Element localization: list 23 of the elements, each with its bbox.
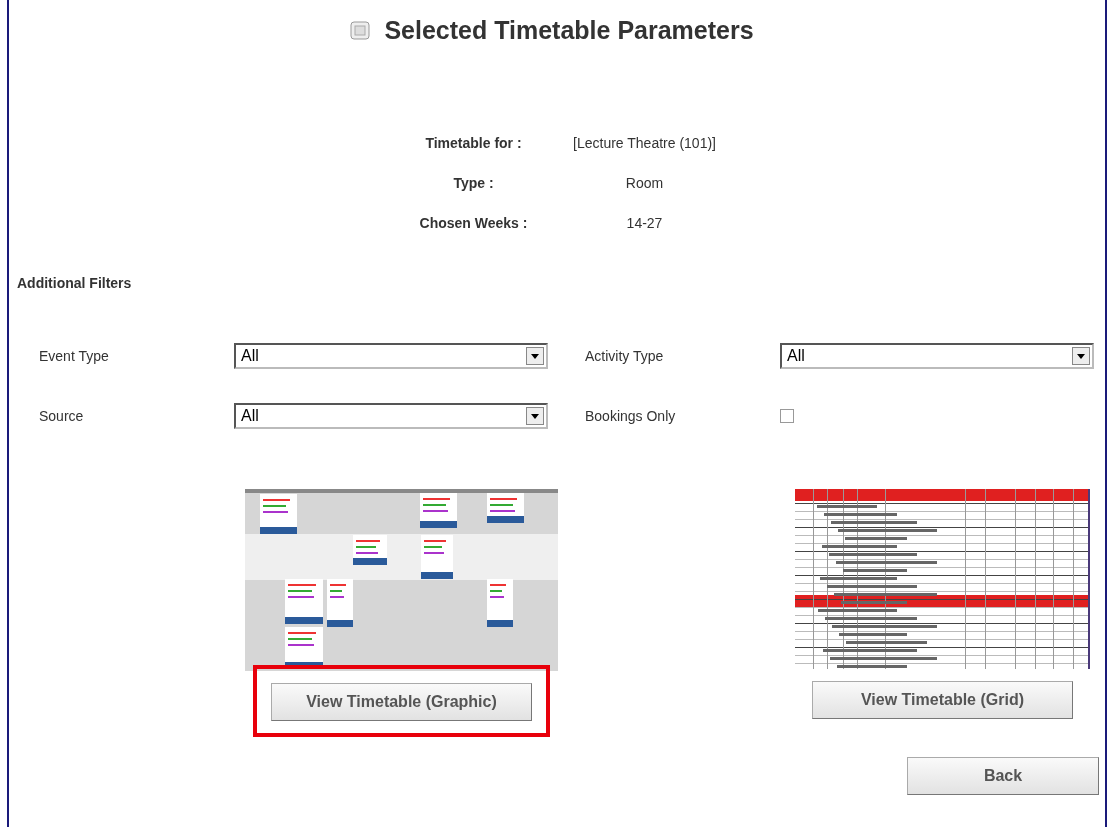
parameter-label: Type : — [452, 175, 495, 191]
filter-label: Event Type — [39, 348, 110, 364]
parameter-label: Timetable for : — [424, 135, 523, 151]
view-timetable-button[interactable]: View Timetable (Grid) — [812, 681, 1073, 719]
checkbox[interactable] — [780, 409, 794, 423]
filter-label: Source — [39, 408, 85, 424]
dropdown-arrow-icon — [531, 353, 539, 359]
filter-dropdown[interactable]: All — [780, 343, 1094, 369]
parameter-value: 14-27 — [625, 215, 664, 231]
view-timetable-button[interactable]: View Timetable (Graphic) — [271, 683, 532, 721]
filter-label: Bookings Only — [585, 408, 677, 424]
back-button[interactable]: Back — [907, 757, 1099, 795]
filter-dropdown[interactable]: All — [234, 343, 548, 369]
parameter-label: Chosen Weeks : — [418, 215, 529, 231]
filter-label: Activity Type — [585, 348, 665, 364]
dropdown-arrow-icon — [1077, 353, 1085, 359]
section-heading: Additional Filters — [17, 275, 133, 291]
dropdown-arrow-icon — [531, 413, 539, 419]
filter-dropdown[interactable]: All — [234, 403, 548, 429]
parameter-value: Room — [624, 175, 665, 191]
parameter-value: [Lecture Theatre (101)] — [572, 135, 717, 151]
page-title: Selected Timetable Parameters — [384, 16, 754, 45]
window-icon — [350, 20, 373, 41]
